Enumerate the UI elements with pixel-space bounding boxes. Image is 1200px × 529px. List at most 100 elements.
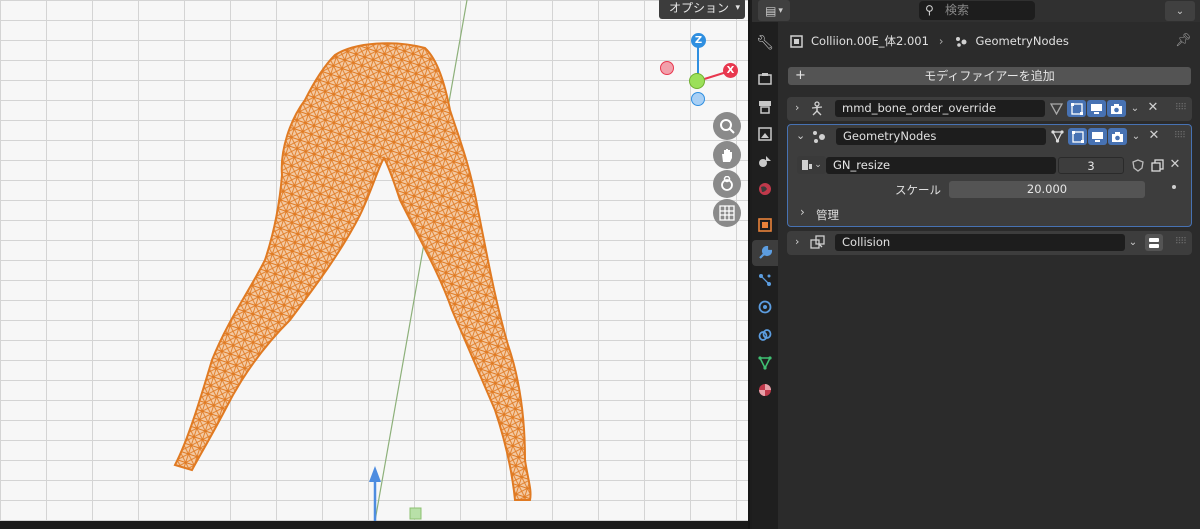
constraints-icon xyxy=(758,329,772,341)
particles-icon xyxy=(759,274,771,286)
modifier-panel-mmd-bone-order: › mmd_bone_order_override ⌄ ✕ ⠿⠿ xyxy=(787,97,1192,121)
remove-modifier-icon[interactable]: ✕ xyxy=(1146,127,1162,145)
physics-icon xyxy=(758,300,772,314)
mesh-data-icon xyxy=(758,356,772,370)
drag-handle-icon[interactable]: ⠿⠿ xyxy=(1174,131,1186,141)
material-icon xyxy=(759,384,771,396)
add-modifier-label: モディファイアーを追加 xyxy=(924,69,1055,83)
node-tree-icon xyxy=(802,160,813,170)
node-group-users-count[interactable]: 3 xyxy=(1058,157,1124,174)
3d-viewport[interactable]: Z X オプション ▾ xyxy=(0,0,748,521)
constraints-tab[interactable] xyxy=(752,322,778,348)
geometry-nodes-icon xyxy=(810,128,826,144)
camera-icon[interactable] xyxy=(713,170,741,198)
on-cage-icon[interactable] xyxy=(1048,128,1067,145)
pin-icon[interactable]: 📌︎ xyxy=(1175,33,1192,48)
render-icon xyxy=(758,73,772,85)
output-icon xyxy=(759,101,771,114)
object-icon xyxy=(790,34,803,48)
chevron-right-icon[interactable]: › xyxy=(795,231,807,253)
modifier-name-field[interactable]: Collision xyxy=(835,234,1125,251)
navigation-gizmo[interactable]: Z X xyxy=(660,30,745,110)
object-tab[interactable] xyxy=(752,212,778,238)
options-dropdown[interactable]: オプション ▾ xyxy=(659,0,745,19)
render-tab[interactable] xyxy=(752,66,778,92)
tool-icon: 🔧︎ xyxy=(756,35,774,51)
tool-tab[interactable]: 🔧︎ xyxy=(752,30,778,56)
chevron-down-icon[interactable]: ⌄ xyxy=(1125,234,1141,251)
chevron-right-icon: › xyxy=(938,34,944,48)
gizmo-x-axis[interactable]: X xyxy=(723,63,738,78)
modifier-name-field[interactable]: GeometryNodes xyxy=(836,128,1046,145)
grid-ortho-icon[interactable] xyxy=(713,199,741,227)
object-icon xyxy=(758,218,772,232)
unlink-node-group-icon[interactable]: ✕ xyxy=(1167,156,1183,174)
chevron-down-icon: ⌄ xyxy=(814,160,822,170)
chevron-right-icon[interactable]: › xyxy=(800,205,805,219)
gizmo-neg-x-axis[interactable] xyxy=(660,61,674,75)
zoom-icon[interactable] xyxy=(713,112,741,140)
breadcrumb-modifier: GeometryNodes xyxy=(975,34,1069,48)
chevron-right-icon[interactable]: › xyxy=(795,97,807,119)
scene-icon xyxy=(759,156,771,167)
view-layer-icon xyxy=(758,127,772,141)
property-tabs: 🔧︎ xyxy=(752,22,778,529)
output-tab[interactable] xyxy=(752,94,778,120)
render-camera-icon[interactable] xyxy=(1108,128,1127,145)
collision-icon xyxy=(809,234,825,250)
viewport-display-icon[interactable] xyxy=(1088,128,1107,145)
add-modifier-button[interactable]: + モディファイアーを追加 xyxy=(788,67,1191,85)
chevron-down-icon: ⌄ xyxy=(1175,5,1185,17)
editor-type-icon: ▤ xyxy=(765,3,777,18)
view-layer-tab[interactable] xyxy=(752,121,778,147)
physics-tab[interactable] xyxy=(752,294,778,320)
chevron-down-icon[interactable]: ⌄ xyxy=(1128,128,1144,145)
gizmo-z-axis[interactable]: Z xyxy=(691,33,706,48)
modifier-tab[interactable] xyxy=(752,240,778,266)
node-group-name-field[interactable]: GN_resize xyxy=(826,157,1056,174)
fake-user-shield-icon[interactable] xyxy=(1129,157,1147,174)
modifier-panel-collision: › Collision ⌄ ⠿⠿ xyxy=(787,231,1192,255)
scale-value-field[interactable]: 20.000 xyxy=(949,181,1145,198)
world-tab[interactable] xyxy=(752,176,778,202)
viewport-bottom-edge xyxy=(0,521,750,529)
modifier-name-field[interactable]: mmd_bone_order_override xyxy=(835,100,1045,117)
armature-icon xyxy=(809,100,825,116)
mesh-wireframe xyxy=(173,0,532,521)
chevron-down-icon[interactable]: ⌄ xyxy=(796,125,808,147)
wrench-icon xyxy=(759,246,772,259)
chevron-down-icon[interactable]: ⌄ xyxy=(1127,100,1143,117)
drag-handle-icon[interactable]: ⠿⠿ xyxy=(1175,237,1187,247)
data-tab[interactable] xyxy=(752,350,778,376)
viewport-display-icon[interactable] xyxy=(1087,100,1106,117)
particles-tab[interactable] xyxy=(752,267,778,293)
drag-handle-icon[interactable]: ⠿⠿ xyxy=(1175,103,1187,113)
scale-label: スケール xyxy=(895,183,941,197)
editor-type-button[interactable]: ▤ ▾ xyxy=(758,0,790,21)
hand-pan-icon[interactable] xyxy=(713,141,741,169)
edit-mode-toggle-icon[interactable] xyxy=(1067,100,1086,117)
scene-tab[interactable] xyxy=(752,148,778,174)
duplicate-icon[interactable] xyxy=(1148,157,1166,174)
manage-subpanel-label[interactable]: 管理 xyxy=(816,207,839,223)
plus-icon: + xyxy=(795,68,806,83)
remove-modifier-icon[interactable]: ✕ xyxy=(1145,99,1161,117)
geometry-nodes-icon xyxy=(955,36,967,47)
world-icon xyxy=(759,183,771,195)
breadcrumb: Colliion.00E_体2.001 › GeometryNodes xyxy=(790,33,1069,49)
modifier-panel-geometry-nodes: ⌄ GeometryNodes ⌄ ✕ ⠿⠿ ⌄ GN_resize 3 ✕ ス… xyxy=(787,124,1192,227)
material-tab[interactable] xyxy=(752,377,778,403)
node-group-selector[interactable]: ⌄ xyxy=(797,156,826,174)
options-toggle-button[interactable]: ⌄ xyxy=(1165,1,1195,21)
search-icon: ⚲ xyxy=(925,3,934,17)
gizmo-neg-z-axis[interactable] xyxy=(691,92,705,106)
search-input[interactable]: ⚲ 検索 xyxy=(919,1,1035,20)
toggle-icon[interactable] xyxy=(1145,234,1163,251)
render-camera-icon[interactable] xyxy=(1107,100,1126,117)
gizmo-y-axis[interactable] xyxy=(689,73,705,89)
on-cage-icon[interactable] xyxy=(1047,100,1066,117)
keyframe-dot-icon[interactable] xyxy=(1172,185,1176,189)
edit-mode-toggle-icon[interactable] xyxy=(1068,128,1087,145)
area-separator[interactable] xyxy=(748,0,750,529)
breadcrumb-object: Colliion.00E_体2.001 xyxy=(811,34,929,48)
